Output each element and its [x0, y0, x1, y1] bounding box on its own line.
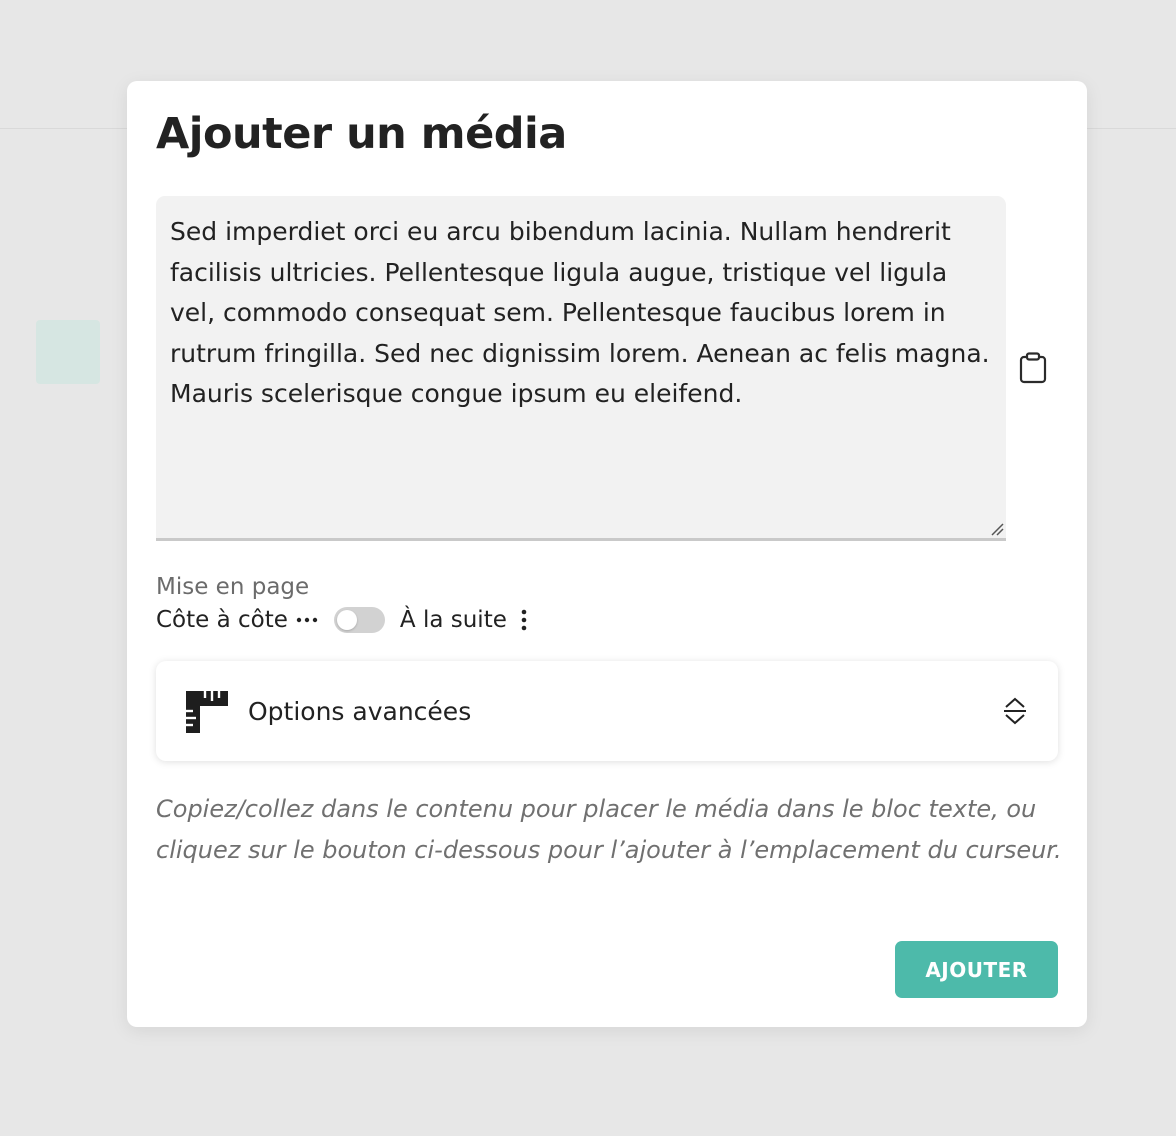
media-textarea[interactable]: Sed imperdiet orci eu arcu bibendum laci… [156, 196, 1006, 538]
clipboard-icon [1019, 352, 1047, 384]
advanced-options-label: Options avancées [248, 696, 472, 726]
layout-label: Mise en page [156, 574, 310, 600]
advanced-options-panel[interactable]: Options avancées [156, 661, 1058, 761]
layout-option-inline[interactable]: À la suite [400, 607, 507, 633]
layout-option-side-by-side[interactable]: Côte à côte [156, 607, 288, 633]
side-by-side-icon [296, 617, 318, 623]
more-options-icon[interactable] [521, 609, 527, 631]
add-media-dialog: Ajouter un média Sed imperdiet orci eu a… [127, 81, 1087, 1027]
copy-to-clipboard-button[interactable] [1018, 350, 1048, 386]
background-thumbnail [36, 320, 100, 384]
add-button[interactable]: AJOUTER [895, 941, 1058, 998]
expand-collapse-icon [1000, 694, 1030, 728]
help-text: Copiez/collez dans le contenu pour place… [156, 795, 1062, 864]
media-text-container: Sed imperdiet orci eu arcu bibendum laci… [156, 196, 1006, 541]
layout-switch-row: Côte à côte À la suite [156, 604, 527, 636]
resize-handle-icon[interactable] [990, 522, 1004, 536]
ruler-icon [184, 689, 228, 733]
layout-toggle[interactable] [333, 607, 385, 633]
dialog-title: Ajouter un média [156, 109, 567, 159]
toggle-knob [336, 610, 357, 630]
